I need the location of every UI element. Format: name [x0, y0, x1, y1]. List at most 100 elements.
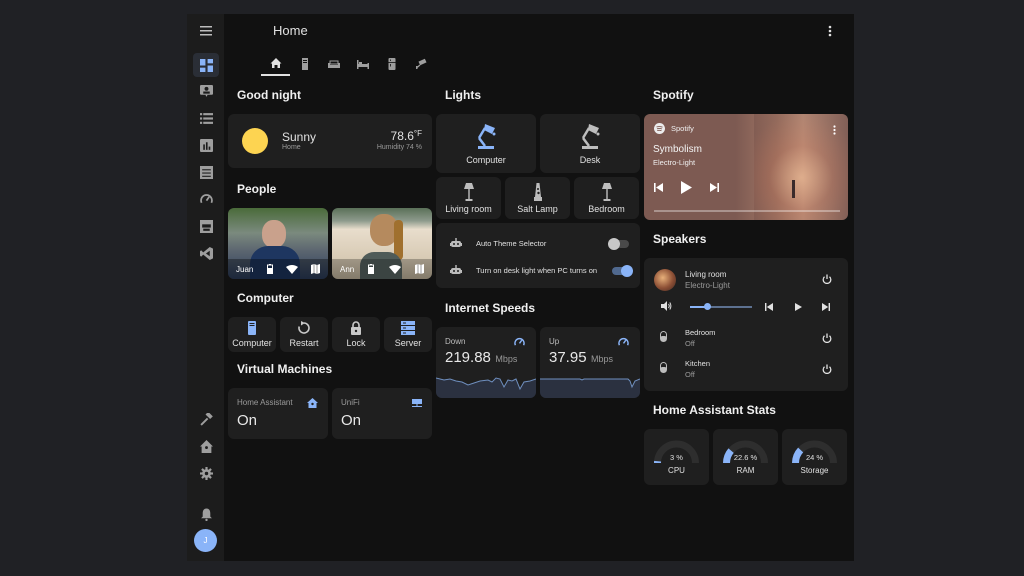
tab-cameras[interactable]	[406, 52, 435, 76]
avatar-initial: J	[203, 536, 208, 545]
server-button[interactable]: Server	[384, 317, 432, 352]
upload-sparkline	[540, 378, 640, 398]
volume-slider-handle[interactable]	[703, 303, 711, 310]
vm-state: On	[341, 412, 362, 429]
sidebar-item-logbook[interactable]	[193, 160, 219, 184]
sidebar-item-developer-tools[interactable]	[193, 407, 219, 431]
server-icon	[401, 321, 415, 335]
vm-name: Home Assistant	[237, 398, 293, 407]
person-card-ann[interactable]: Ann	[332, 208, 432, 279]
sidebar-item-energy[interactable]	[193, 187, 219, 211]
tab-living-room[interactable]	[319, 52, 348, 76]
light-label: Computer	[466, 155, 506, 165]
tab-kitchen[interactable]	[377, 52, 406, 76]
button-label: Lock	[346, 338, 366, 348]
gauge-cpu[interactable]: 3 % CPU	[644, 429, 709, 485]
kebab-icon[interactable]	[833, 125, 836, 135]
tab-bedroom[interactable]	[348, 52, 377, 76]
vm-card-home-assistant[interactable]: Home Assistant On	[228, 388, 328, 439]
overflow-menu-button[interactable]	[825, 24, 835, 38]
sidebar-item-supervisor[interactable]	[193, 434, 219, 458]
previous-track-button[interactable]	[765, 303, 773, 311]
volume-icon[interactable]	[661, 301, 672, 311]
speed-unit: Mbps	[591, 354, 614, 364]
speedometer-icon	[618, 338, 629, 346]
next-track-button[interactable]	[710, 183, 719, 192]
toggle-knob	[608, 238, 620, 250]
lava-lamp-icon	[533, 182, 542, 201]
bell-icon	[200, 508, 212, 521]
light-living-room[interactable]: Living room	[436, 177, 501, 219]
power-button[interactable]	[822, 333, 832, 343]
track-progress-bar[interactable]	[654, 210, 840, 212]
next-track-button[interactable]	[822, 303, 830, 311]
gauge-ram[interactable]: 22.6 % RAM	[713, 429, 778, 485]
speedometer-icon	[199, 193, 213, 203]
track-title: Symbolism	[653, 144, 702, 155]
restart-icon	[298, 321, 310, 334]
column-1: Good night Sunny Home 78.6°F Humidity 74…	[228, 84, 432, 439]
previous-track-button[interactable]	[654, 183, 663, 192]
automation-label: Turn on desk light when PC turns on	[476, 266, 598, 275]
robot-icon	[450, 238, 462, 247]
sidebar-item-persons[interactable]	[193, 79, 219, 103]
lock-button[interactable]: Lock	[332, 317, 380, 352]
automations-card: Auto Theme Selector Turn on desk light w…	[436, 223, 640, 288]
fridge-icon	[388, 58, 395, 70]
play-button[interactable]	[681, 181, 692, 194]
gauge-label: Storage	[800, 466, 829, 475]
light-computer[interactable]: Computer	[436, 114, 536, 173]
vm-state: On	[237, 412, 258, 429]
vscode-icon	[199, 246, 213, 260]
view-tabs	[261, 52, 435, 78]
map-icon	[310, 264, 320, 274]
home-icon	[270, 58, 281, 68]
download-card[interactable]: Down 219.88 Mbps	[436, 327, 536, 398]
light-bedroom[interactable]: Bedroom	[574, 177, 639, 219]
home-assistant-dashboard: J Home Good night Sunny Home 78.6°F Humi…	[187, 14, 854, 561]
desktop-tower-icon	[248, 321, 256, 335]
computer-button[interactable]: Computer	[228, 317, 276, 352]
sidebar-item-media[interactable]	[193, 214, 219, 238]
light-salt-lamp[interactable]: Salt Lamp	[505, 177, 570, 219]
robot-icon	[450, 265, 462, 274]
button-label: Server	[394, 338, 422, 348]
list-icon	[199, 112, 213, 124]
sidebar-item-settings[interactable]	[193, 461, 219, 485]
hamburger-icon	[199, 26, 212, 36]
power-button[interactable]	[822, 364, 832, 374]
stats-heading: Home Assistant Stats	[653, 403, 776, 417]
weather-card[interactable]: Sunny Home 78.6°F Humidity 74 %	[228, 114, 432, 168]
track-artist: Electro-Light	[653, 158, 696, 167]
play-button[interactable]	[795, 303, 802, 311]
sidebar-item-notifications[interactable]	[193, 502, 219, 526]
vm-row: Home Assistant On UniFi On	[228, 388, 432, 439]
tab-computer[interactable]	[290, 52, 319, 76]
sofa-icon	[327, 60, 340, 68]
desk-lamp-icon	[581, 124, 600, 149]
restart-button[interactable]: Restart	[280, 317, 328, 352]
speaker-icon	[660, 331, 667, 342]
battery-icon	[266, 264, 273, 274]
sidebar-item-history[interactable]	[193, 133, 219, 157]
gauge-storage[interactable]: 24 % Storage	[782, 429, 847, 485]
automation-toggle-on[interactable]	[612, 265, 633, 277]
volume-slider[interactable]	[690, 303, 752, 310]
automation-toggle-off[interactable]	[608, 238, 629, 250]
weather-temperature: 78.6°F	[391, 129, 422, 143]
light-label: Bedroom	[588, 203, 625, 214]
person-card-juan[interactable]: Juan	[228, 208, 328, 279]
avatar[interactable]: J	[194, 529, 217, 552]
speed-label: Down	[445, 337, 466, 346]
speed-reading: 37.95 Mbps	[549, 349, 613, 367]
light-desk[interactable]: Desk	[540, 114, 640, 173]
sidebar-item-overview[interactable]	[193, 53, 219, 77]
upload-card[interactable]: Up 37.95 Mbps	[540, 327, 640, 398]
menu-button[interactable]	[187, 14, 224, 48]
sidebar-item-list[interactable]	[193, 106, 219, 130]
sidebar-item-vscode[interactable]	[193, 241, 219, 265]
tab-home[interactable]	[261, 52, 290, 76]
vm-card-unifi[interactable]: UniFi On	[332, 388, 432, 439]
album-art-figure	[792, 180, 795, 198]
power-button[interactable]	[822, 274, 832, 284]
